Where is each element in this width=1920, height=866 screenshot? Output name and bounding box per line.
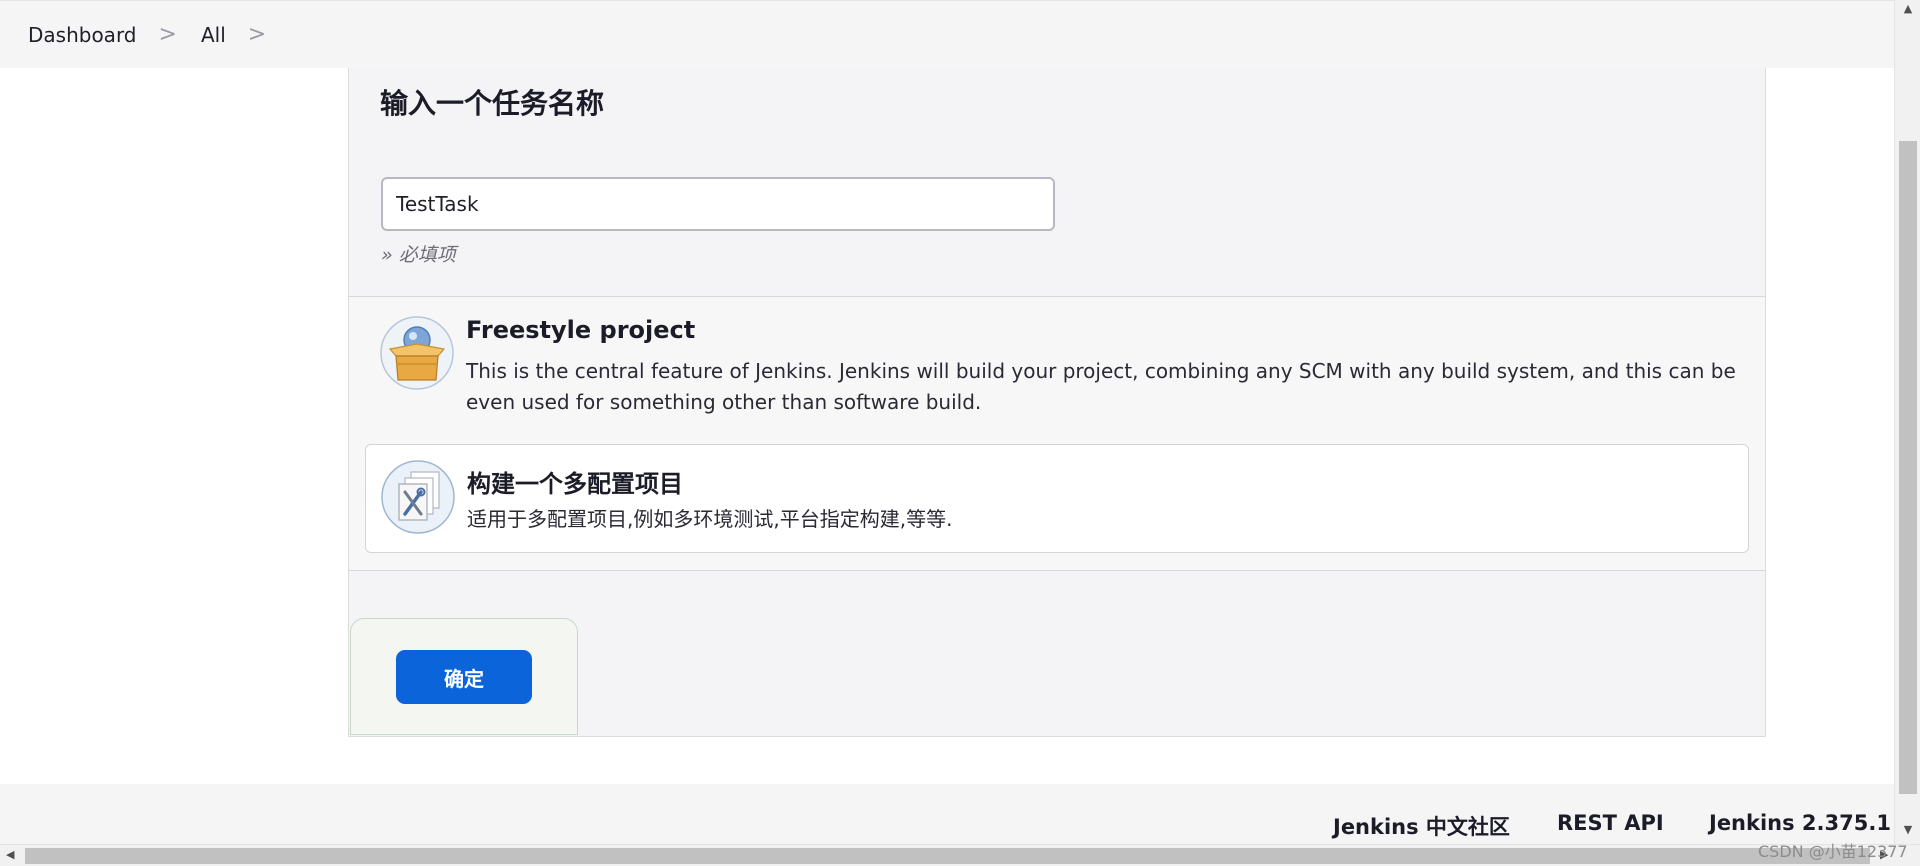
horizontal-scrollbar[interactable]: ◀ ▶ <box>0 844 1920 866</box>
horizontal-scroll-thumb[interactable] <box>25 848 1870 864</box>
footer-link-version[interactable]: Jenkins 2.375.1 <box>1709 811 1891 835</box>
chevron-right-icon[interactable]: > <box>248 22 266 47</box>
scroll-left-icon[interactable]: ◀ <box>6 848 14 861</box>
item-type-name: 构建一个多配置项目 <box>467 470 683 498</box>
item-type-freestyle[interactable]: Freestyle project This is the central fe… <box>365 311 1749 429</box>
watermark-text: CSDN @小苗12377 <box>1758 842 1908 861</box>
ok-button[interactable]: 确定 <box>396 650 532 704</box>
chevron-right-icon[interactable]: > <box>159 22 177 47</box>
required-hint: » 必填项 <box>381 244 456 266</box>
freestyle-box-icon <box>380 316 454 390</box>
item-type-description: 适用于多配置项目,例如多环境测试,平台指定构建,等等. <box>467 507 953 531</box>
form-button-bar: 确定 <box>350 618 578 735</box>
breadcrumb-dashboard[interactable]: Dashboard <box>28 23 137 47</box>
page-title: 输入一个任务名称 <box>380 87 605 120</box>
breadcrumb: Dashboard > All > <box>0 0 1894 68</box>
item-type-list: Freestyle project This is the central fe… <box>349 297 1765 571</box>
new-item-form: 输入一个任务名称 » 必填项 Freestyle project This is… <box>348 68 1766 737</box>
item-type-multi-config[interactable]: 构建一个多配置项目 适用于多配置项目,例如多环境测试,平台指定构建,等等. <box>365 444 1749 553</box>
footer-link-rest-api[interactable]: REST API <box>1557 811 1664 835</box>
multi-config-tools-icon <box>381 460 455 534</box>
footer-link-community[interactable]: Jenkins 中文社区 <box>1333 811 1510 841</box>
item-name-section: 输入一个任务名称 » 必填项 <box>349 68 1765 297</box>
vertical-scroll-thumb[interactable] <box>1899 141 1917 794</box>
page-footer: Jenkins 中文社区 REST API Jenkins 2.375.1 <box>0 784 1894 844</box>
item-type-name: Freestyle project <box>466 316 696 344</box>
scroll-down-icon[interactable]: ▼ <box>1895 823 1920 836</box>
item-name-input[interactable] <box>381 177 1055 231</box>
vertical-scrollbar[interactable]: ▲ ▼ <box>1894 0 1920 844</box>
breadcrumb-all[interactable]: All <box>201 23 226 47</box>
item-type-description: This is the central feature of Jenkins. … <box>466 359 1736 414</box>
scroll-up-icon[interactable]: ▲ <box>1895 2 1920 15</box>
